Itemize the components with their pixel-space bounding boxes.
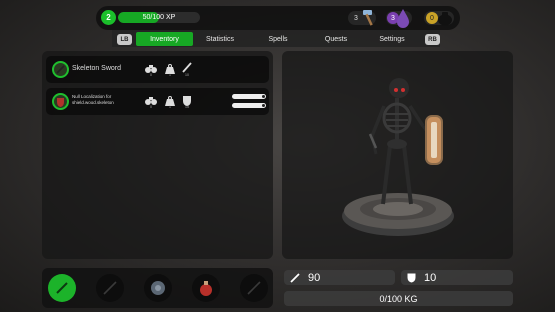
quickbar-slot[interactable]	[192, 274, 220, 302]
drop-toggle[interactable]	[232, 103, 266, 108]
coin-bag-icon	[436, 10, 454, 26]
item-name: Null Localization for shield.wood.skelet…	[72, 94, 114, 105]
xp-text: 50/100 XP	[142, 14, 176, 21]
stat-value: 0	[150, 73, 152, 77]
sword-stat-icon	[182, 60, 192, 73]
shield-icon	[407, 273, 416, 283]
weight-icon	[145, 93, 157, 105]
tab-spells[interactable]: Spells	[256, 32, 300, 46]
level-value: 2	[106, 13, 111, 22]
toggle-knob	[262, 104, 265, 107]
hammer-icon	[360, 8, 378, 28]
weight-kg-icon	[165, 93, 175, 106]
quickbar-slot[interactable]	[96, 274, 124, 302]
stat-value: 0	[150, 105, 152, 109]
tab-statistics[interactable]: Statistics	[196, 32, 244, 46]
stat-value: 1	[169, 105, 171, 109]
shield-stat-icon	[182, 93, 192, 106]
rb-button[interactable]: RB	[425, 34, 440, 45]
quickbar-slot[interactable]	[240, 274, 268, 302]
weight-kg-icon	[165, 61, 175, 74]
tab-settings[interactable]: Settings	[370, 32, 414, 46]
tab-inventory[interactable]: Inventory	[136, 32, 193, 46]
defense-value: 10	[424, 271, 437, 284]
item-name: Skeleton Sword	[72, 65, 122, 72]
toggle-knob	[262, 95, 265, 98]
quickbar-slot[interactable]	[144, 274, 172, 302]
item-slot-icon	[52, 93, 69, 110]
attack-stat: 90	[284, 270, 395, 285]
tab-quests[interactable]: Quests	[314, 32, 358, 46]
skeleton-model[interactable]	[320, 76, 470, 242]
stat-value: 15	[185, 105, 189, 109]
lb-button[interactable]: LB	[117, 34, 132, 45]
mana-drop-icon	[396, 8, 410, 28]
weight-stat: 0/100 KG	[284, 291, 513, 306]
stat-value: 1	[169, 73, 171, 77]
equip-toggle[interactable]	[232, 94, 266, 99]
sword-icon	[290, 272, 300, 283]
stat-value: 10	[185, 73, 189, 77]
level-badge: 2	[101, 10, 116, 25]
item-slot-icon	[52, 61, 69, 78]
attack-value: 90	[308, 271, 321, 284]
defense-stat: 10	[401, 270, 513, 285]
quickbar-slot[interactable]	[48, 274, 76, 302]
weight-icon	[145, 61, 157, 73]
